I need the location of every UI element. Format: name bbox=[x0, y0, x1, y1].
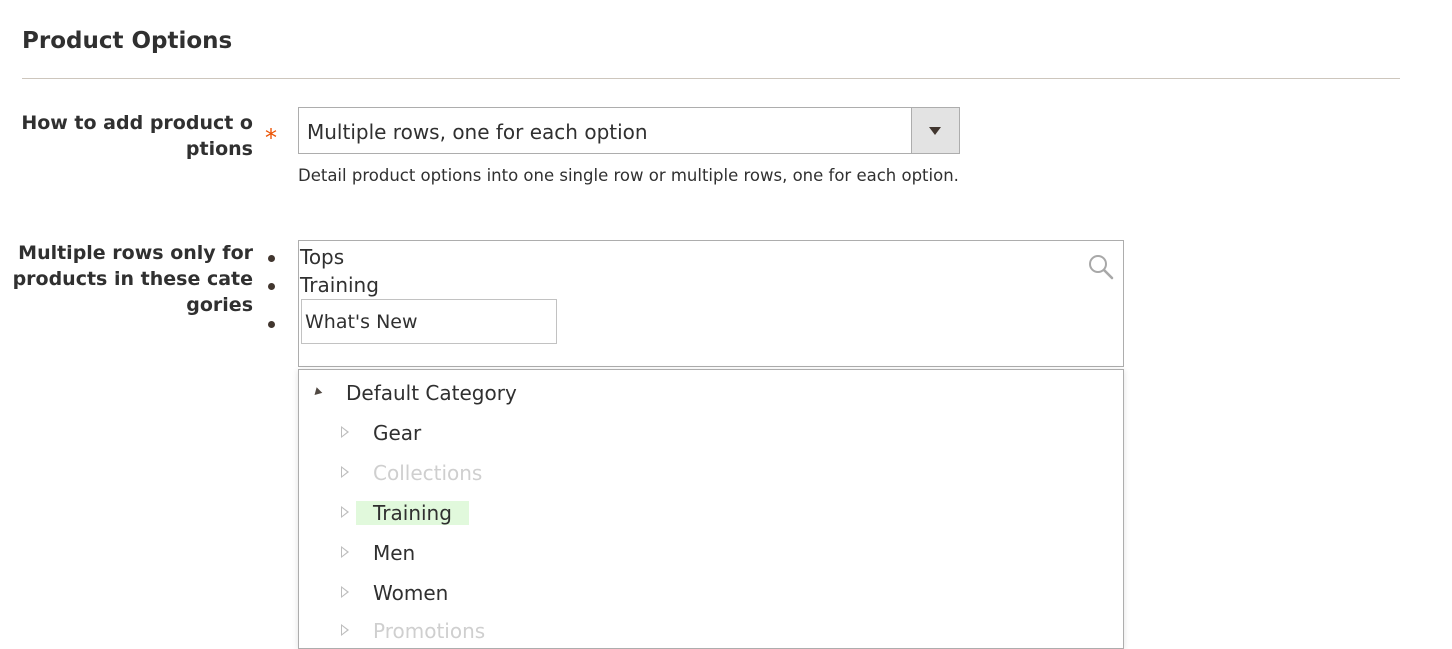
category-search-input[interactable] bbox=[301, 299, 557, 344]
category-tree: Default Category Gear Collections Traini… bbox=[298, 369, 1124, 649]
tree-node-gear[interactable]: Gear bbox=[341, 415, 422, 451]
collapsed-triangle-icon[interactable] bbox=[341, 624, 349, 636]
tree-node-women[interactable]: Women bbox=[341, 575, 449, 611]
categories-multiselect[interactable]: Tops Training bbox=[298, 240, 1124, 367]
collapsed-triangle-icon[interactable] bbox=[341, 586, 349, 598]
tree-node-promotions[interactable]: Promotions bbox=[341, 613, 486, 649]
selected-category-item[interactable]: Training bbox=[300, 273, 379, 297]
categories-label: Multiple rows only for products in these… bbox=[13, 240, 253, 318]
selected-category-item[interactable]: Tops bbox=[300, 245, 344, 269]
collapsed-triangle-icon[interactable] bbox=[341, 426, 349, 438]
option-mode-label: How to add product o ptions bbox=[21, 110, 253, 162]
categories-label-line-2: products in these cate bbox=[12, 268, 253, 290]
caret-down-icon bbox=[929, 127, 941, 135]
section-divider bbox=[22, 78, 1400, 79]
section-title: Product Options bbox=[22, 28, 233, 54]
option-mode-dropdown-toggle[interactable] bbox=[911, 108, 959, 153]
tree-node-label: Collections bbox=[373, 461, 483, 485]
categories-label-line-1: Multiple rows only for bbox=[18, 242, 253, 264]
tree-node-men[interactable]: Men bbox=[341, 535, 416, 571]
search-icon[interactable] bbox=[1087, 253, 1115, 281]
option-mode-note: Detail product options into one single r… bbox=[298, 166, 959, 185]
bullet-icon bbox=[268, 283, 275, 290]
tree-node-training[interactable]: Training bbox=[341, 495, 469, 531]
option-mode-label-line-2: ptions bbox=[185, 138, 253, 160]
tree-node-label: Gear bbox=[373, 421, 422, 445]
collapsed-triangle-icon[interactable] bbox=[341, 546, 349, 558]
tree-node-collections[interactable]: Collections bbox=[341, 455, 483, 491]
bullet-icon bbox=[268, 255, 275, 262]
bullet-icon bbox=[268, 321, 275, 328]
categories-label-line-3: gories bbox=[186, 294, 253, 316]
option-mode-label-line-1: How to add product o bbox=[21, 112, 253, 134]
option-mode-selected-value: Multiple rows, one for each option bbox=[307, 120, 648, 144]
required-asterisk: * bbox=[265, 124, 277, 152]
tree-node-label: Women bbox=[373, 581, 449, 605]
tree-node-label: Promotions bbox=[373, 619, 486, 643]
tree-node-root[interactable]: Default Category bbox=[311, 375, 517, 411]
expanded-triangle-icon[interactable] bbox=[311, 387, 323, 398]
collapsed-triangle-icon[interactable] bbox=[341, 466, 349, 478]
tree-node-label: Default Category bbox=[346, 381, 517, 405]
tree-node-label: Training bbox=[356, 501, 469, 525]
option-mode-select[interactable]: Multiple rows, one for each option bbox=[298, 107, 960, 154]
collapsed-triangle-icon[interactable] bbox=[341, 506, 349, 518]
tree-node-label: Men bbox=[373, 541, 416, 565]
